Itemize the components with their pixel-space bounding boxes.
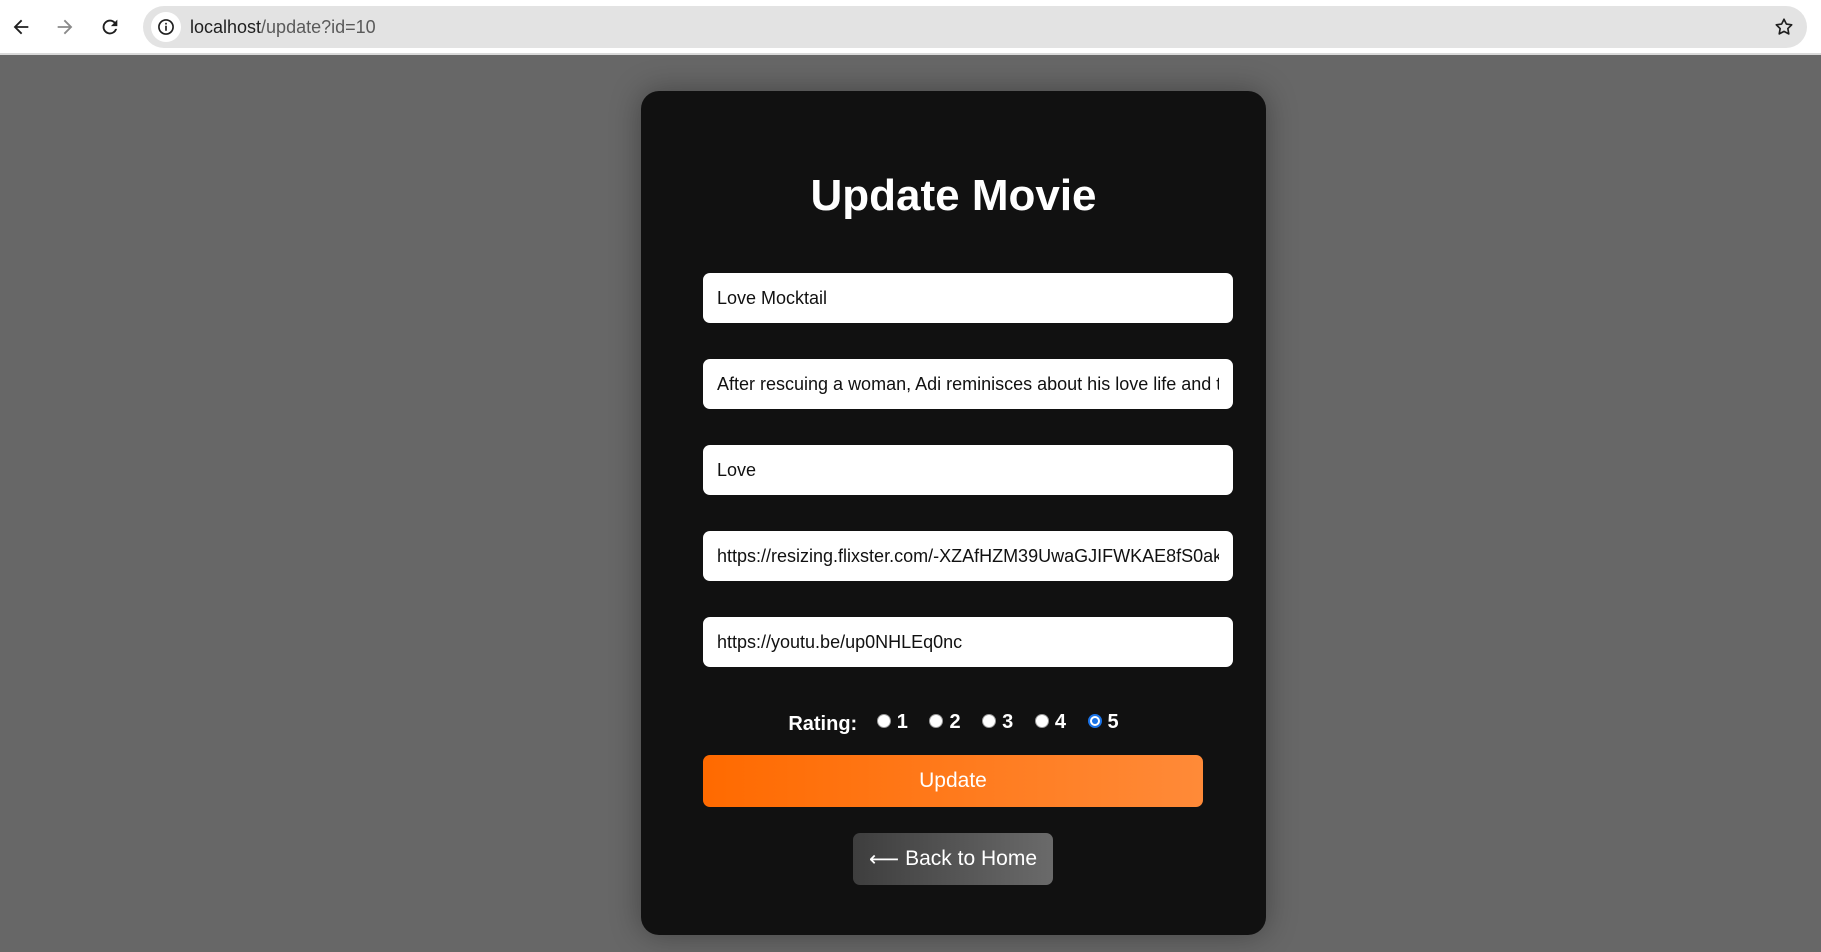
bookmark-button[interactable] bbox=[1769, 12, 1799, 42]
rating-radio-5[interactable] bbox=[1087, 713, 1102, 728]
rating-radio-2[interactable] bbox=[929, 713, 944, 728]
movie-genre-input[interactable] bbox=[703, 445, 1233, 495]
poster-url-input[interactable] bbox=[703, 531, 1233, 581]
reload-icon bbox=[102, 19, 118, 35]
update-button-label: Update bbox=[919, 769, 987, 792]
back-to-home-label: Back to Home bbox=[905, 847, 1037, 870]
arrow-left-icon bbox=[13, 19, 29, 35]
rating-option-5[interactable]: 5 bbox=[1087, 711, 1119, 734]
rating-radio-3[interactable] bbox=[982, 713, 997, 728]
rating-option-label: 1 bbox=[896, 711, 908, 733]
movie-title-input[interactable] bbox=[703, 273, 1233, 323]
url-path: /update?id=10 bbox=[261, 17, 376, 37]
rating-group: Rating: 1 2 3 4 5 bbox=[641, 711, 1266, 736]
update-button[interactable]: Update bbox=[703, 755, 1203, 807]
rating-option-label: 5 bbox=[1107, 711, 1119, 733]
rating-radio-1[interactable] bbox=[876, 713, 891, 728]
site-info-button[interactable] bbox=[151, 12, 181, 42]
rating-label: Rating: bbox=[788, 712, 858, 735]
url-text[interactable]: localhost/update?id=10 bbox=[190, 17, 376, 38]
update-movie-card: Update Movie Rating: 1 2 3 4 5 Update ⟵ bbox=[641, 91, 1266, 935]
rating-option-4[interactable]: 4 bbox=[1034, 711, 1066, 734]
rating-option-label: 2 bbox=[949, 711, 961, 733]
rating-option-1[interactable]: 1 bbox=[876, 711, 908, 734]
arrow-left-icon: ⟵ bbox=[869, 847, 900, 871]
movie-description-input[interactable] bbox=[703, 359, 1233, 409]
rating-option-label: 3 bbox=[1002, 711, 1014, 733]
star-icon bbox=[1775, 18, 1793, 35]
rating-option-3[interactable]: 3 bbox=[982, 711, 1013, 734]
back-nav-button[interactable] bbox=[4, 10, 38, 44]
rating-option-2[interactable]: 2 bbox=[929, 711, 961, 734]
browser-toolbar: localhost/update?id=10 bbox=[0, 0, 1821, 55]
trailer-url-input[interactable] bbox=[703, 617, 1233, 667]
page-title: Update Movie bbox=[810, 171, 1097, 220]
rating-option-label: 4 bbox=[1054, 711, 1066, 733]
back-to-home-button[interactable]: ⟵ Back to Home bbox=[853, 833, 1053, 885]
address-bar[interactable]: localhost/update?id=10 bbox=[143, 6, 1807, 48]
forward-nav-button[interactable] bbox=[48, 10, 82, 44]
info-circle-icon bbox=[158, 19, 174, 35]
url-host: localhost bbox=[190, 17, 262, 37]
reload-button[interactable] bbox=[93, 10, 127, 44]
rating-radio-4[interactable] bbox=[1034, 713, 1049, 728]
arrow-right-icon bbox=[57, 19, 73, 35]
